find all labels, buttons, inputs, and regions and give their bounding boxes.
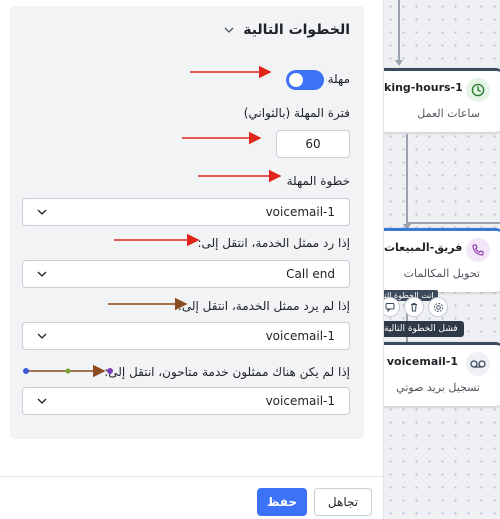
no-agents-label: إذا لم يكن هناك ممثلون خدمة متاحون، انتق…	[104, 365, 350, 379]
agent-answers-label: إذا رد ممثل الخدمة، انتقل إلى:	[197, 236, 350, 250]
chevron-down-icon	[37, 206, 49, 218]
fail-next-step-tooltip: فشل الخطوة التالية	[384, 321, 464, 337]
toggle-knob	[289, 73, 303, 87]
flow-node-voicemail[interactable]: voicemail-1 تسجيل بريد صوتي	[384, 342, 500, 406]
node-subtitle: ساعات العمل	[417, 107, 480, 120]
chevron-down-icon[interactable]	[223, 24, 235, 36]
select-value: voicemail-1	[265, 329, 335, 343]
next-steps-panel: الخطوات التالية مهلة فترة المهلة (بالثوا…	[0, 0, 384, 519]
no-agents-select[interactable]: voicemail-1	[22, 387, 350, 415]
chevron-down-icon	[37, 268, 49, 280]
chevron-down-icon	[37, 395, 49, 407]
node-title: voicemail-1	[386, 355, 458, 368]
select-value: Call end	[286, 267, 335, 281]
gear-icon[interactable]	[428, 297, 448, 317]
flow-node-working-hours[interactable]: king-hours-1 ساعات العمل	[384, 68, 500, 132]
flow-connector	[406, 222, 500, 224]
node-title: فريق-المبيعات	[384, 241, 463, 254]
node-subtitle: تحويل المكالمات	[403, 267, 480, 280]
save-button[interactable]: حفظ	[257, 488, 307, 516]
timeout-duration-input[interactable]	[276, 130, 350, 158]
comment-icon[interactable]	[384, 297, 400, 317]
agent-no-answer-select[interactable]: voicemail-1	[22, 322, 350, 350]
ignore-button[interactable]: تجاهل	[314, 488, 372, 516]
node-subtitle: تسجيل بريد صوتي	[396, 381, 480, 394]
timeout-toggle[interactable]	[286, 70, 324, 90]
panel-footer: حفظ تجاهل	[0, 476, 383, 519]
select-value: voicemail-1	[265, 205, 335, 219]
agent-answers-select[interactable]: Call end	[22, 260, 350, 288]
delete-icon[interactable]	[404, 297, 424, 317]
flow-node-sales-team[interactable]: فريق-المبيعات تحويل المكالمات	[384, 228, 500, 292]
node-title: king-hours-1	[384, 81, 463, 94]
phone-icon	[466, 238, 490, 262]
timeout-label: مهلة	[327, 72, 350, 86]
agent-no-answer-label: إذا لم يرد ممثل الخدمة، انتقل إلى:	[177, 299, 350, 313]
flow-canvas[interactable]: king-hours-1 ساعات العمل فريق-المبيعات ت…	[384, 0, 500, 519]
flow-connector	[398, 0, 400, 62]
flow-arrow	[395, 60, 403, 66]
section-header[interactable]: الخطوات التالية	[24, 20, 350, 40]
timeout-step-label: خطوة المهلة	[286, 174, 350, 188]
clock-icon	[466, 78, 490, 102]
voicemail-icon	[466, 352, 490, 376]
chevron-down-icon	[37, 330, 49, 342]
section-title: الخطوات التالية	[243, 22, 350, 38]
timeout-step-select[interactable]: voicemail-1	[22, 198, 350, 226]
node-toolbar	[384, 296, 452, 318]
select-value: voicemail-1	[265, 394, 335, 408]
flow-connector	[406, 134, 408, 224]
timeout-duration-label: فترة المهلة (بالثواني)	[243, 106, 350, 120]
next-steps-section: الخطوات التالية مهلة فترة المهلة (بالثوا…	[10, 6, 364, 439]
